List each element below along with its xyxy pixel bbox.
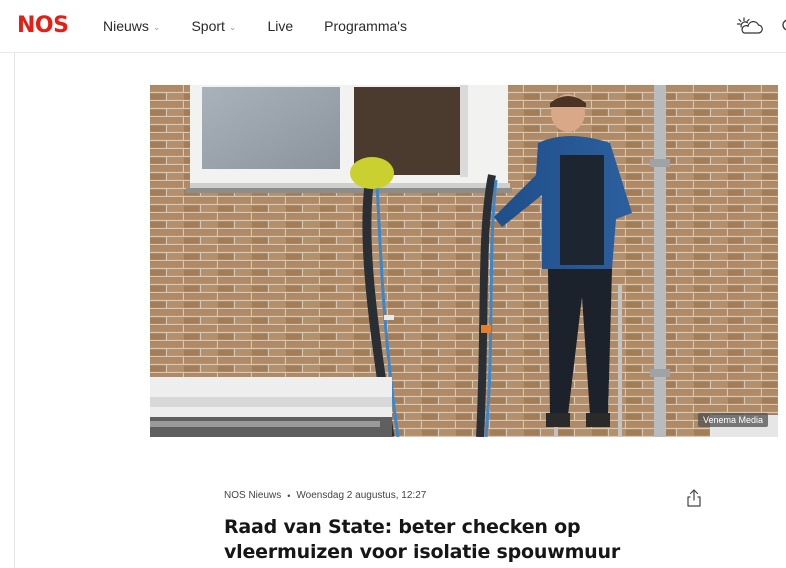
nav-item-nieuws[interactable]: Nieuws ⌄ [103, 18, 160, 34]
partly-cloudy-icon[interactable] [735, 16, 765, 38]
article-byline: NOS Nieuws • Woensdag 2 augustus, 12:27 [224, 490, 724, 501]
nav-item-sport[interactable]: Sport ⌄ [191, 18, 236, 34]
site-header: NOS Nieuws ⌄ Sport ⌄ Live Programma's [0, 0, 786, 53]
search-icon[interactable] [780, 17, 786, 35]
article-source: NOS Nieuws [224, 490, 282, 501]
article-title[interactable]: Raad van State: beter checken op vleermu… [224, 515, 684, 565]
nav-item-label: Sport [191, 18, 225, 34]
article-date: Woensdag 2 augustus, 12:27 [296, 490, 427, 501]
meta-separator: • [287, 490, 291, 501]
left-border [14, 52, 15, 568]
nos-logo[interactable]: NOS [17, 13, 69, 38]
photo-credit: Venema Media [697, 413, 768, 427]
hero-image: Venema Media [150, 85, 778, 437]
logo-text: NOS [17, 13, 69, 38]
nav-item-live[interactable]: Live [267, 18, 293, 34]
chevron-down-icon: ⌄ [152, 21, 161, 32]
nav-item-label: Nieuws [103, 18, 149, 34]
article-meta: NOS Nieuws • Woensdag 2 augustus, 12:27 [224, 490, 724, 501]
hero-photo [150, 85, 778, 437]
nav-item-programmas[interactable]: Programma's [324, 18, 407, 34]
main-nav: Nieuws ⌄ Sport ⌄ Live Programma's [103, 18, 438, 34]
share-icon[interactable] [686, 488, 702, 508]
nav-item-label: Programma's [324, 18, 407, 34]
chevron-down-icon: ⌄ [228, 21, 237, 32]
nav-item-label: Live [267, 18, 294, 34]
